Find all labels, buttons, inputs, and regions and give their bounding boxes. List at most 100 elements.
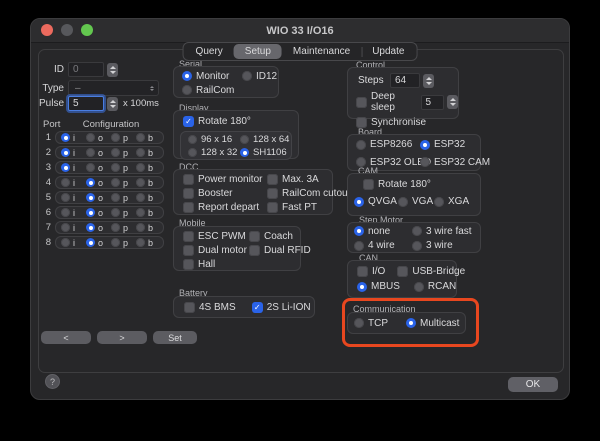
cam-rotate-checkbox[interactable] — [363, 179, 374, 190]
id-input[interactable]: 0 — [68, 62, 104, 77]
power-monitor-label: Power monitor — [198, 174, 262, 185]
type-select[interactable]: – — [68, 80, 159, 96]
port-i-radio[interactable] — [61, 208, 70, 217]
io-checkbox[interactable] — [357, 266, 368, 277]
port-o-radio[interactable] — [86, 238, 95, 247]
fast-pt-checkbox[interactable] — [267, 202, 278, 213]
port-row: 7 i o p b — [31, 221, 164, 234]
type-value: – — [69, 83, 150, 94]
rcan-label: RCAN — [428, 281, 456, 292]
steps-stepper[interactable] — [423, 74, 434, 88]
port-p-radio[interactable] — [111, 133, 120, 142]
4s-bms-checkbox[interactable] — [184, 302, 195, 313]
xga-radio[interactable] — [434, 197, 444, 207]
id12-radio[interactable] — [242, 71, 252, 81]
port-b-radio[interactable] — [136, 163, 145, 172]
id-stepper[interactable] — [107, 63, 118, 77]
coach-checkbox[interactable] — [249, 231, 260, 242]
port-o-radio[interactable] — [86, 163, 95, 172]
port-o-radio[interactable] — [86, 193, 95, 202]
deep-sleep-input[interactable]: 5 — [421, 95, 444, 110]
esp8266-radio[interactable] — [356, 140, 366, 150]
port-i-radio[interactable] — [61, 223, 70, 232]
battery-group: 4S BMS 2S Li-ION — [173, 296, 315, 318]
port-o-radio[interactable] — [86, 223, 95, 232]
tcp-radio[interactable] — [354, 318, 364, 328]
port-i-radio[interactable] — [61, 163, 70, 172]
port-p-radio[interactable] — [111, 238, 120, 247]
prev-button[interactable]: < — [41, 331, 91, 344]
railcom-label: RailCom — [196, 85, 234, 96]
port-i-radio[interactable] — [61, 133, 70, 142]
hall-label: Hall — [198, 259, 215, 270]
ok-button[interactable]: OK — [508, 377, 558, 392]
port-b-radio[interactable] — [136, 208, 145, 217]
port-p-radio[interactable] — [111, 163, 120, 172]
set-button[interactable]: Set — [153, 331, 197, 344]
port-number: 2 — [31, 147, 51, 158]
steps-input[interactable]: 64 — [390, 73, 420, 88]
booster-checkbox[interactable] — [183, 188, 194, 199]
port-b-radio[interactable] — [136, 148, 145, 157]
display-rotate-checkbox[interactable] — [183, 116, 194, 127]
mode-128x64-radio[interactable] — [240, 135, 249, 144]
port-b-radio[interactable] — [136, 223, 145, 232]
dual-rfid-checkbox[interactable] — [249, 245, 260, 256]
port-p-radio[interactable] — [111, 208, 120, 217]
multicast-radio[interactable] — [406, 318, 416, 328]
railcom-radio[interactable] — [182, 85, 192, 95]
hall-checkbox[interactable] — [183, 259, 194, 270]
port-b-radio[interactable] — [136, 238, 145, 247]
port-p-radio[interactable] — [111, 223, 120, 232]
rcan-radio[interactable] — [414, 282, 424, 292]
max-3a-checkbox[interactable] — [267, 174, 278, 185]
mbus-radio[interactable] — [357, 282, 367, 292]
help-button[interactable]: ? — [45, 374, 60, 389]
4-wire-radio[interactable] — [354, 241, 364, 251]
port-p-radio[interactable] — [111, 178, 120, 187]
port-i-radio[interactable] — [61, 238, 70, 247]
none-radio[interactable] — [354, 226, 364, 236]
railcom-cutout-checkbox[interactable] — [267, 188, 278, 199]
qvga-radio[interactable] — [354, 197, 364, 207]
tab-maintenance[interactable]: Maintenance — [282, 44, 361, 59]
port-o-radio[interactable] — [86, 208, 95, 217]
deep-sleep-stepper[interactable] — [447, 95, 458, 109]
port-b-radio[interactable] — [136, 178, 145, 187]
dual-motor-checkbox[interactable] — [183, 245, 194, 256]
tab-query[interactable]: Query — [185, 44, 234, 59]
2s-li-ion-checkbox[interactable] — [252, 302, 263, 313]
3-wire-radio[interactable] — [412, 241, 422, 251]
tab-setup[interactable]: Setup — [234, 44, 282, 59]
3-wire-fast-radio[interactable] — [412, 226, 422, 236]
port-o-radio[interactable] — [86, 133, 95, 142]
monitor-radio[interactable] — [182, 71, 192, 81]
option-label: b — [148, 223, 153, 233]
mode-96x16-radio[interactable] — [188, 135, 197, 144]
deep-sleep-checkbox[interactable] — [356, 97, 367, 108]
port-b-radio[interactable] — [136, 193, 145, 202]
pulse-input[interactable]: 5 — [68, 96, 104, 111]
esc-pwm-checkbox[interactable] — [183, 231, 194, 242]
none-label: none — [368, 226, 390, 237]
port-i-radio[interactable] — [61, 178, 70, 187]
next-button[interactable]: > — [97, 331, 147, 344]
type-label: Type — [31, 83, 64, 94]
esp32-cam-radio[interactable] — [420, 157, 430, 167]
report-depart-checkbox[interactable] — [183, 202, 194, 213]
usb-bridge-checkbox[interactable] — [397, 266, 408, 277]
esp32-radio[interactable] — [420, 140, 430, 150]
port-b-radio[interactable] — [136, 133, 145, 142]
port-o-radio[interactable] — [86, 178, 95, 187]
port-i-radio[interactable] — [61, 193, 70, 202]
vga-radio[interactable] — [398, 197, 408, 207]
tab-update[interactable]: Update — [361, 44, 415, 59]
mode-sh1106-radio[interactable] — [240, 148, 249, 157]
port-o-radio[interactable] — [86, 148, 95, 157]
port-p-radio[interactable] — [111, 148, 120, 157]
pulse-stepper[interactable] — [107, 97, 118, 111]
port-i-radio[interactable] — [61, 148, 70, 157]
port-p-radio[interactable] — [111, 193, 120, 202]
mode-128x32-radio[interactable] — [188, 148, 197, 157]
power-monitor-checkbox[interactable] — [183, 174, 194, 185]
